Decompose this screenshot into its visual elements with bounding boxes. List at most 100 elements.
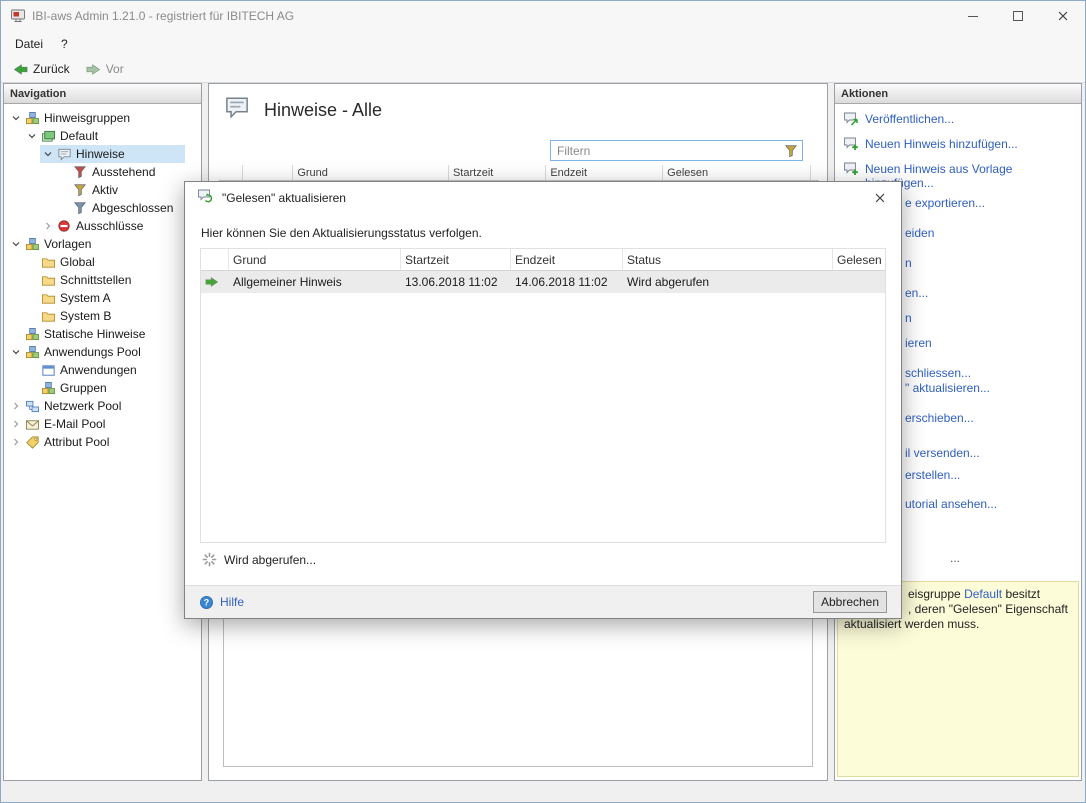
chevron-down-icon[interactable]	[24, 128, 39, 144]
tree-item-ausschluesse[interactable]: Ausschlüsse	[4, 217, 201, 235]
column-grund[interactable]: Grund	[293, 165, 449, 180]
cell-startzeit: 13.06.2018 11:02	[401, 275, 511, 289]
chevron-down-icon[interactable]	[8, 110, 23, 126]
titlebar: IBI-aws Admin 1.21.0 - registriert für I…	[1, 1, 1085, 31]
action-link-partial-more[interactable]: ...	[950, 551, 960, 565]
action-link-partial-11[interactable]: utorial ansehen...	[905, 497, 997, 511]
chevron-right-icon[interactable]	[8, 434, 23, 450]
filter-funnel-icon[interactable]	[784, 144, 798, 158]
tree-item-system-b[interactable]: System B	[4, 307, 201, 325]
column-spacer	[811, 165, 819, 180]
column-gelesen[interactable]: Gelesen	[833, 249, 885, 270]
menu-help[interactable]: ?	[52, 33, 77, 55]
tree-item-anwendungs-pool[interactable]: Anwendungs Pool	[4, 343, 201, 361]
menu-datei[interactable]: Datei	[6, 33, 52, 55]
filter-box	[550, 140, 803, 161]
tree-item-aktiv[interactable]: Aktiv	[4, 181, 201, 199]
dialog-close-button[interactable]	[869, 187, 891, 209]
group-icon	[40, 128, 56, 144]
action-link-partial-6[interactable]: schliessen...	[905, 366, 971, 380]
close-button[interactable]	[1040, 1, 1085, 31]
close-icon	[873, 191, 887, 205]
chevron-right-icon[interactable]	[8, 416, 23, 432]
column-icon[interactable]	[219, 165, 243, 180]
action-link-partial-4[interactable]: n	[905, 311, 912, 325]
action-link-partial-3[interactable]: en...	[905, 286, 928, 300]
tree-item-attribut-pool[interactable]: Attribut Pool	[4, 433, 201, 451]
cubes-icon	[24, 110, 40, 126]
tree-item-ausstehend[interactable]: Ausstehend	[4, 163, 201, 181]
chevron-right-icon[interactable]	[40, 218, 55, 234]
dialog-footer: Hilfe Abbrechen	[185, 585, 901, 618]
back-button[interactable]: Zurück	[6, 60, 77, 79]
chevron-down-icon[interactable]	[8, 344, 23, 360]
action-link-partial-9[interactable]: il versenden...	[905, 446, 980, 460]
column-status[interactable]: Status	[623, 249, 833, 270]
action-neuen-hinweis[interactable]: Neuen Hinweis hinzufügen...	[843, 136, 1075, 152]
cancel-button[interactable]: Abbrechen	[813, 591, 887, 613]
mail-icon	[24, 416, 40, 432]
tree-item-default[interactable]: Default	[4, 127, 201, 145]
default-link[interactable]: Default	[964, 587, 1002, 601]
tree-item-hinweise[interactable]: Hinweise	[4, 145, 201, 163]
close-icon	[1056, 9, 1070, 23]
column-startzeit[interactable]: Startzeit	[401, 249, 511, 270]
tree-item-email-pool[interactable]: E-Mail Pool	[4, 415, 201, 433]
tag-icon	[24, 434, 40, 450]
dialog-progress: Wird abgerufen...	[202, 552, 316, 567]
tree-item-vorlagen[interactable]: Vorlagen	[4, 235, 201, 253]
action-link-partial-8[interactable]: erschieben...	[905, 411, 974, 425]
gelesen-aktualisieren-dialog: "Gelesen" aktualisieren Hier können Sie …	[184, 181, 902, 619]
chevron-down-icon[interactable]	[40, 146, 55, 162]
add-bubble-icon	[843, 161, 859, 177]
menubar: Datei ?	[1, 31, 1085, 56]
column-endzeit[interactable]: Endzeit	[546, 165, 663, 180]
action-link-partial-7[interactable]: " aktualisieren...	[905, 381, 990, 395]
chevron-down-icon[interactable]	[8, 236, 23, 252]
dialog-refresh-bubble-icon	[197, 188, 213, 207]
tree-item-anwendungen[interactable]: Anwendungen	[4, 361, 201, 379]
maximize-button[interactable]	[995, 1, 1040, 31]
navigation-panel: Navigation Hinweisgruppen Default Hinwei…	[3, 83, 202, 781]
column-grund[interactable]: Grund	[229, 249, 401, 270]
forward-button[interactable]: Vor	[79, 60, 131, 79]
tree-item-statische-hinweise[interactable]: Statische Hinweise	[4, 325, 201, 343]
cubes-icon	[24, 326, 40, 342]
column-endzeit[interactable]: Endzeit	[511, 249, 623, 270]
dialog-titlebar: "Gelesen" aktualisieren	[185, 182, 901, 213]
actions-header: Aktionen	[835, 84, 1081, 104]
folder-icon	[40, 272, 56, 288]
chevron-right-icon[interactable]	[8, 398, 23, 414]
publish-bubble-icon	[843, 111, 859, 127]
speech-bubble-icon	[56, 146, 72, 162]
column-startzeit[interactable]: Startzeit	[449, 165, 546, 180]
tree-item-global[interactable]: Global	[4, 253, 201, 271]
help-link[interactable]: Hilfe	[199, 595, 813, 610]
action-veroeffentlichen[interactable]: Veröffentlichen...	[843, 111, 1075, 127]
minimize-button[interactable]	[950, 1, 995, 31]
navigation-header: Navigation	[4, 84, 201, 104]
table-row[interactable]: Allgemeiner Hinweis 13.06.2018 11:02 14.…	[201, 271, 885, 293]
tree-item-abgeschlossen[interactable]: Abgeschlossen	[4, 199, 201, 217]
forward-arrow-icon	[86, 62, 101, 77]
cubes-icon	[24, 344, 40, 360]
tree-item-schnittstellen[interactable]: Schnittstellen	[4, 271, 201, 289]
action-link-partial-1[interactable]: eiden	[905, 226, 934, 240]
column-icon[interactable]	[201, 249, 229, 270]
column-gelesen[interactable]: Gelesen	[663, 165, 811, 180]
funnel-active-icon	[72, 182, 88, 198]
action-link-partial-10[interactable]: erstellen...	[905, 468, 960, 482]
tree-item-netzwerk-pool[interactable]: Netzwerk Pool	[4, 397, 201, 415]
action-link-partial-0[interactable]: e exportieren...	[905, 196, 985, 210]
progress-text: Wird abgerufen...	[224, 553, 316, 567]
tree-item-system-a[interactable]: System A	[4, 289, 201, 307]
app-window: IBI-aws Admin 1.21.0 - registriert für I…	[0, 0, 1086, 803]
tree-item-hinweisgruppen[interactable]: Hinweisgruppen	[4, 109, 201, 127]
page-title: Hinweise - Alle	[264, 100, 382, 121]
action-link-partial-2[interactable]: n	[905, 256, 912, 270]
tree-item-gruppen[interactable]: Gruppen	[4, 379, 201, 397]
cell-status: Wird abgerufen	[623, 275, 833, 289]
column-status[interactable]	[243, 165, 294, 180]
filter-input[interactable]	[551, 144, 784, 158]
action-link-partial-5[interactable]: ieren	[905, 336, 932, 350]
